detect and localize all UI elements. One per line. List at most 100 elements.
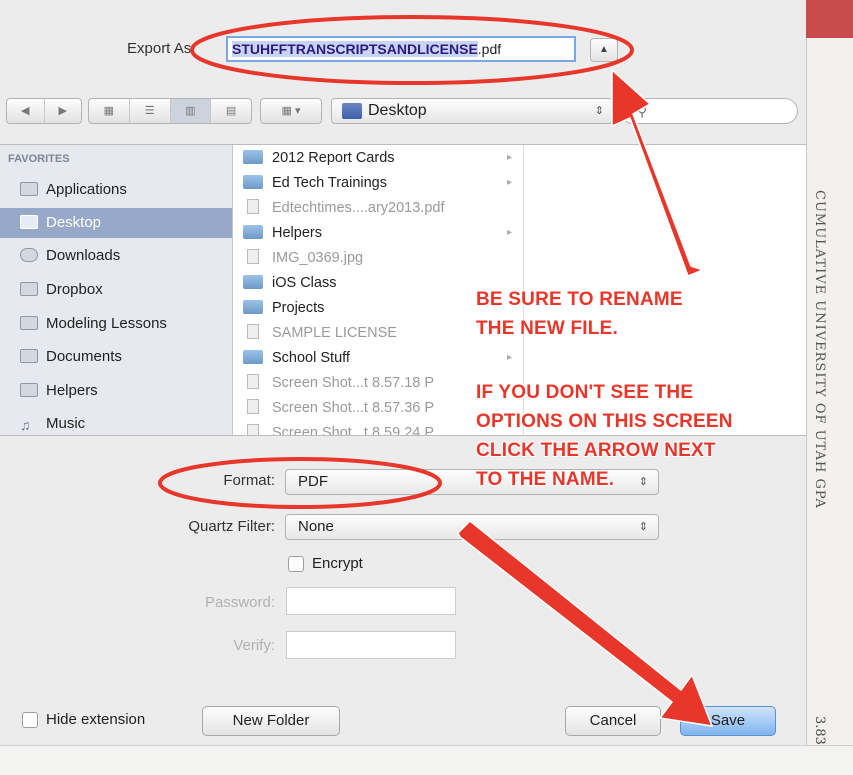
encrypt-label: Encrypt — [312, 555, 363, 572]
sidebar-item-helpers[interactable]: Helpers — [0, 376, 232, 406]
options-note-line1: IF YOU DON'T SEE THE — [476, 382, 694, 403]
password-field[interactable] — [286, 587, 456, 615]
document-icon — [247, 324, 259, 339]
arrange-menu-icon[interactable]: ▦ ▾ — [261, 99, 321, 123]
file-item[interactable]: IMG_0369.jpg — [243, 246, 363, 270]
file-item[interactable]: Screen Shot...t 8.57.18 P — [243, 371, 434, 395]
file-item[interactable]: 2012 Report Cards — [243, 146, 395, 170]
file-name: iOS Class — [272, 275, 337, 291]
file-item[interactable]: Screen Shot...t 8.57.36 P — [243, 396, 434, 420]
sidebar-item-label: Helpers — [46, 382, 98, 399]
sidebar-item-label: Applications — [46, 181, 127, 198]
sidebar-heading: FAVORITES — [8, 153, 70, 165]
file-name: SAMPLE LICENSE — [272, 325, 397, 341]
file-name: Edtechtimes....ary2013.pdf — [272, 200, 445, 216]
folder-icon — [243, 300, 263, 314]
sidebar-item-modeling-lessons[interactable]: Modeling Lessons — [0, 309, 232, 339]
coverflow-view-icon[interactable]: ▤ — [211, 99, 251, 123]
icon-view-icon[interactable]: ▦ — [89, 99, 130, 123]
column-view-icon[interactable]: ▥ — [170, 99, 212, 123]
chevron-right-icon: ▸ — [507, 227, 513, 238]
save-button[interactable]: Save — [680, 706, 776, 736]
file-item[interactable]: SAMPLE LICENSE — [243, 321, 397, 345]
cancel-button[interactable]: Cancel — [565, 706, 661, 736]
folder-icon — [243, 275, 263, 289]
verify-field[interactable] — [286, 631, 456, 659]
background-document-bottom — [0, 745, 853, 775]
filename-selected-text: STUHFFTRANSCRIPTSANDLICENSE — [232, 41, 478, 57]
arrange-control: ▦ ▾ — [260, 98, 322, 124]
file-item[interactable]: Projects — [243, 296, 324, 320]
desktop-folder-icon — [342, 103, 362, 119]
sidebar-item-desktop[interactable]: Desktop — [0, 208, 232, 238]
rename-note-line2: THE NEW FILE. — [476, 318, 618, 339]
view-mode-control: ▦ ☰ ▥ ▤ — [88, 98, 252, 124]
documents-icon — [20, 349, 38, 363]
file-name: School Stuff — [272, 350, 350, 366]
file-item[interactable]: Ed Tech Trainings — [243, 171, 387, 195]
search-input[interactable]: ⚲ — [620, 98, 798, 124]
new-folder-button[interactable]: New Folder — [202, 706, 340, 736]
folder-icon — [20, 383, 38, 397]
folder-icon — [243, 350, 263, 364]
file-item[interactable]: Edtechtimes....ary2013.pdf — [243, 196, 445, 220]
back-forward-control: ◀ ▶ — [6, 98, 82, 124]
screenshot-file-icon — [247, 374, 259, 389]
sidebar-item-label: Music — [46, 415, 86, 432]
location-label: Desktop — [368, 102, 427, 119]
expand-dialog-button[interactable]: ▲ — [590, 38, 618, 62]
popup-arrows-icon: ⇕ — [638, 476, 648, 488]
file-name: Helpers — [272, 225, 322, 241]
chevron-right-icon: ▸ — [507, 152, 513, 163]
sidebar-item-music[interactable]: ♫ Music — [0, 409, 232, 439]
export-as-label: Export As: — [127, 40, 196, 57]
file-item[interactable]: iOS Class — [243, 271, 336, 295]
format-label: Format: — [223, 472, 275, 489]
sidebar-item-dropbox[interactable]: Dropbox — [0, 275, 232, 305]
sidebar-item-label: Downloads — [46, 247, 121, 264]
file-item[interactable]: School Stuff — [243, 346, 350, 370]
rename-note-line1: BE SURE TO RENAME — [476, 289, 683, 310]
password-label: Password: — [204, 594, 275, 611]
background-gpa-value: 3.83 — [812, 716, 827, 745]
quartz-filter-label: Quartz Filter: — [188, 518, 275, 535]
folder-icon — [243, 150, 263, 164]
sidebar-item-label: Desktop — [46, 214, 102, 231]
sidebar-item-applications[interactable]: Applications — [0, 175, 232, 205]
folder-icon — [20, 282, 38, 296]
browser-toolbar: ◀ ▶ ▦ ☰ ▥ ▤ ▦ ▾ Desktop ⇕ ⚲ — [0, 98, 806, 128]
sidebar: FAVORITES Applications Desktop Downloads… — [0, 145, 233, 435]
back-arrow-icon[interactable]: ◀ — [7, 99, 45, 123]
background-window-edge — [806, 0, 853, 38]
export-as-row: Export As: STUHFFTRANSCRIPTSANDLICENSE.p… — [0, 30, 806, 70]
location-popup[interactable]: Desktop ⇕ — [331, 98, 613, 124]
sidebar-item-label: Modeling Lessons — [46, 315, 167, 332]
popup-arrows-icon: ⇕ — [638, 521, 648, 533]
sidebar-item-label: Dropbox — [46, 281, 103, 298]
forward-arrow-icon[interactable]: ▶ — [45, 99, 82, 123]
format-value: PDF — [298, 473, 328, 490]
verify-label: Verify: — [233, 637, 275, 654]
file-name: Ed Tech Trainings — [272, 175, 387, 191]
filename-input[interactable]: STUHFFTRANSCRIPTSANDLICENSE.pdf — [226, 36, 576, 62]
quartz-filter-popup[interactable]: None ⇕ — [285, 514, 659, 540]
desktop-icon — [20, 215, 38, 229]
file-item[interactable]: Screen Shot...t 8.59.24 P — [243, 421, 434, 435]
file-name: Screen Shot...t 8.59.24 P — [272, 425, 435, 435]
folder-icon — [243, 175, 263, 189]
hide-extension-checkbox[interactable] — [22, 712, 38, 728]
music-icon: ♫ — [20, 417, 31, 433]
list-view-icon[interactable]: ☰ — [130, 99, 171, 123]
chevron-right-icon: ▸ — [507, 352, 513, 363]
hide-extension-label: Hide extension — [46, 711, 146, 728]
sidebar-item-label: Documents — [46, 348, 122, 365]
encrypt-checkbox[interactable] — [288, 556, 304, 572]
file-name: Screen Shot...t 8.57.18 P — [272, 375, 435, 391]
options-note-line2: OPTIONS ON THIS SCREEN — [476, 411, 733, 432]
sidebar-item-documents[interactable]: Documents — [0, 342, 232, 372]
sidebar-item-downloads[interactable]: Downloads — [0, 241, 232, 271]
quartz-filter-value: None — [298, 518, 334, 535]
file-item[interactable]: Helpers — [243, 221, 322, 245]
file-name: Screen Shot...t 8.57.36 P — [272, 400, 435, 416]
file-name: Projects — [272, 300, 325, 316]
